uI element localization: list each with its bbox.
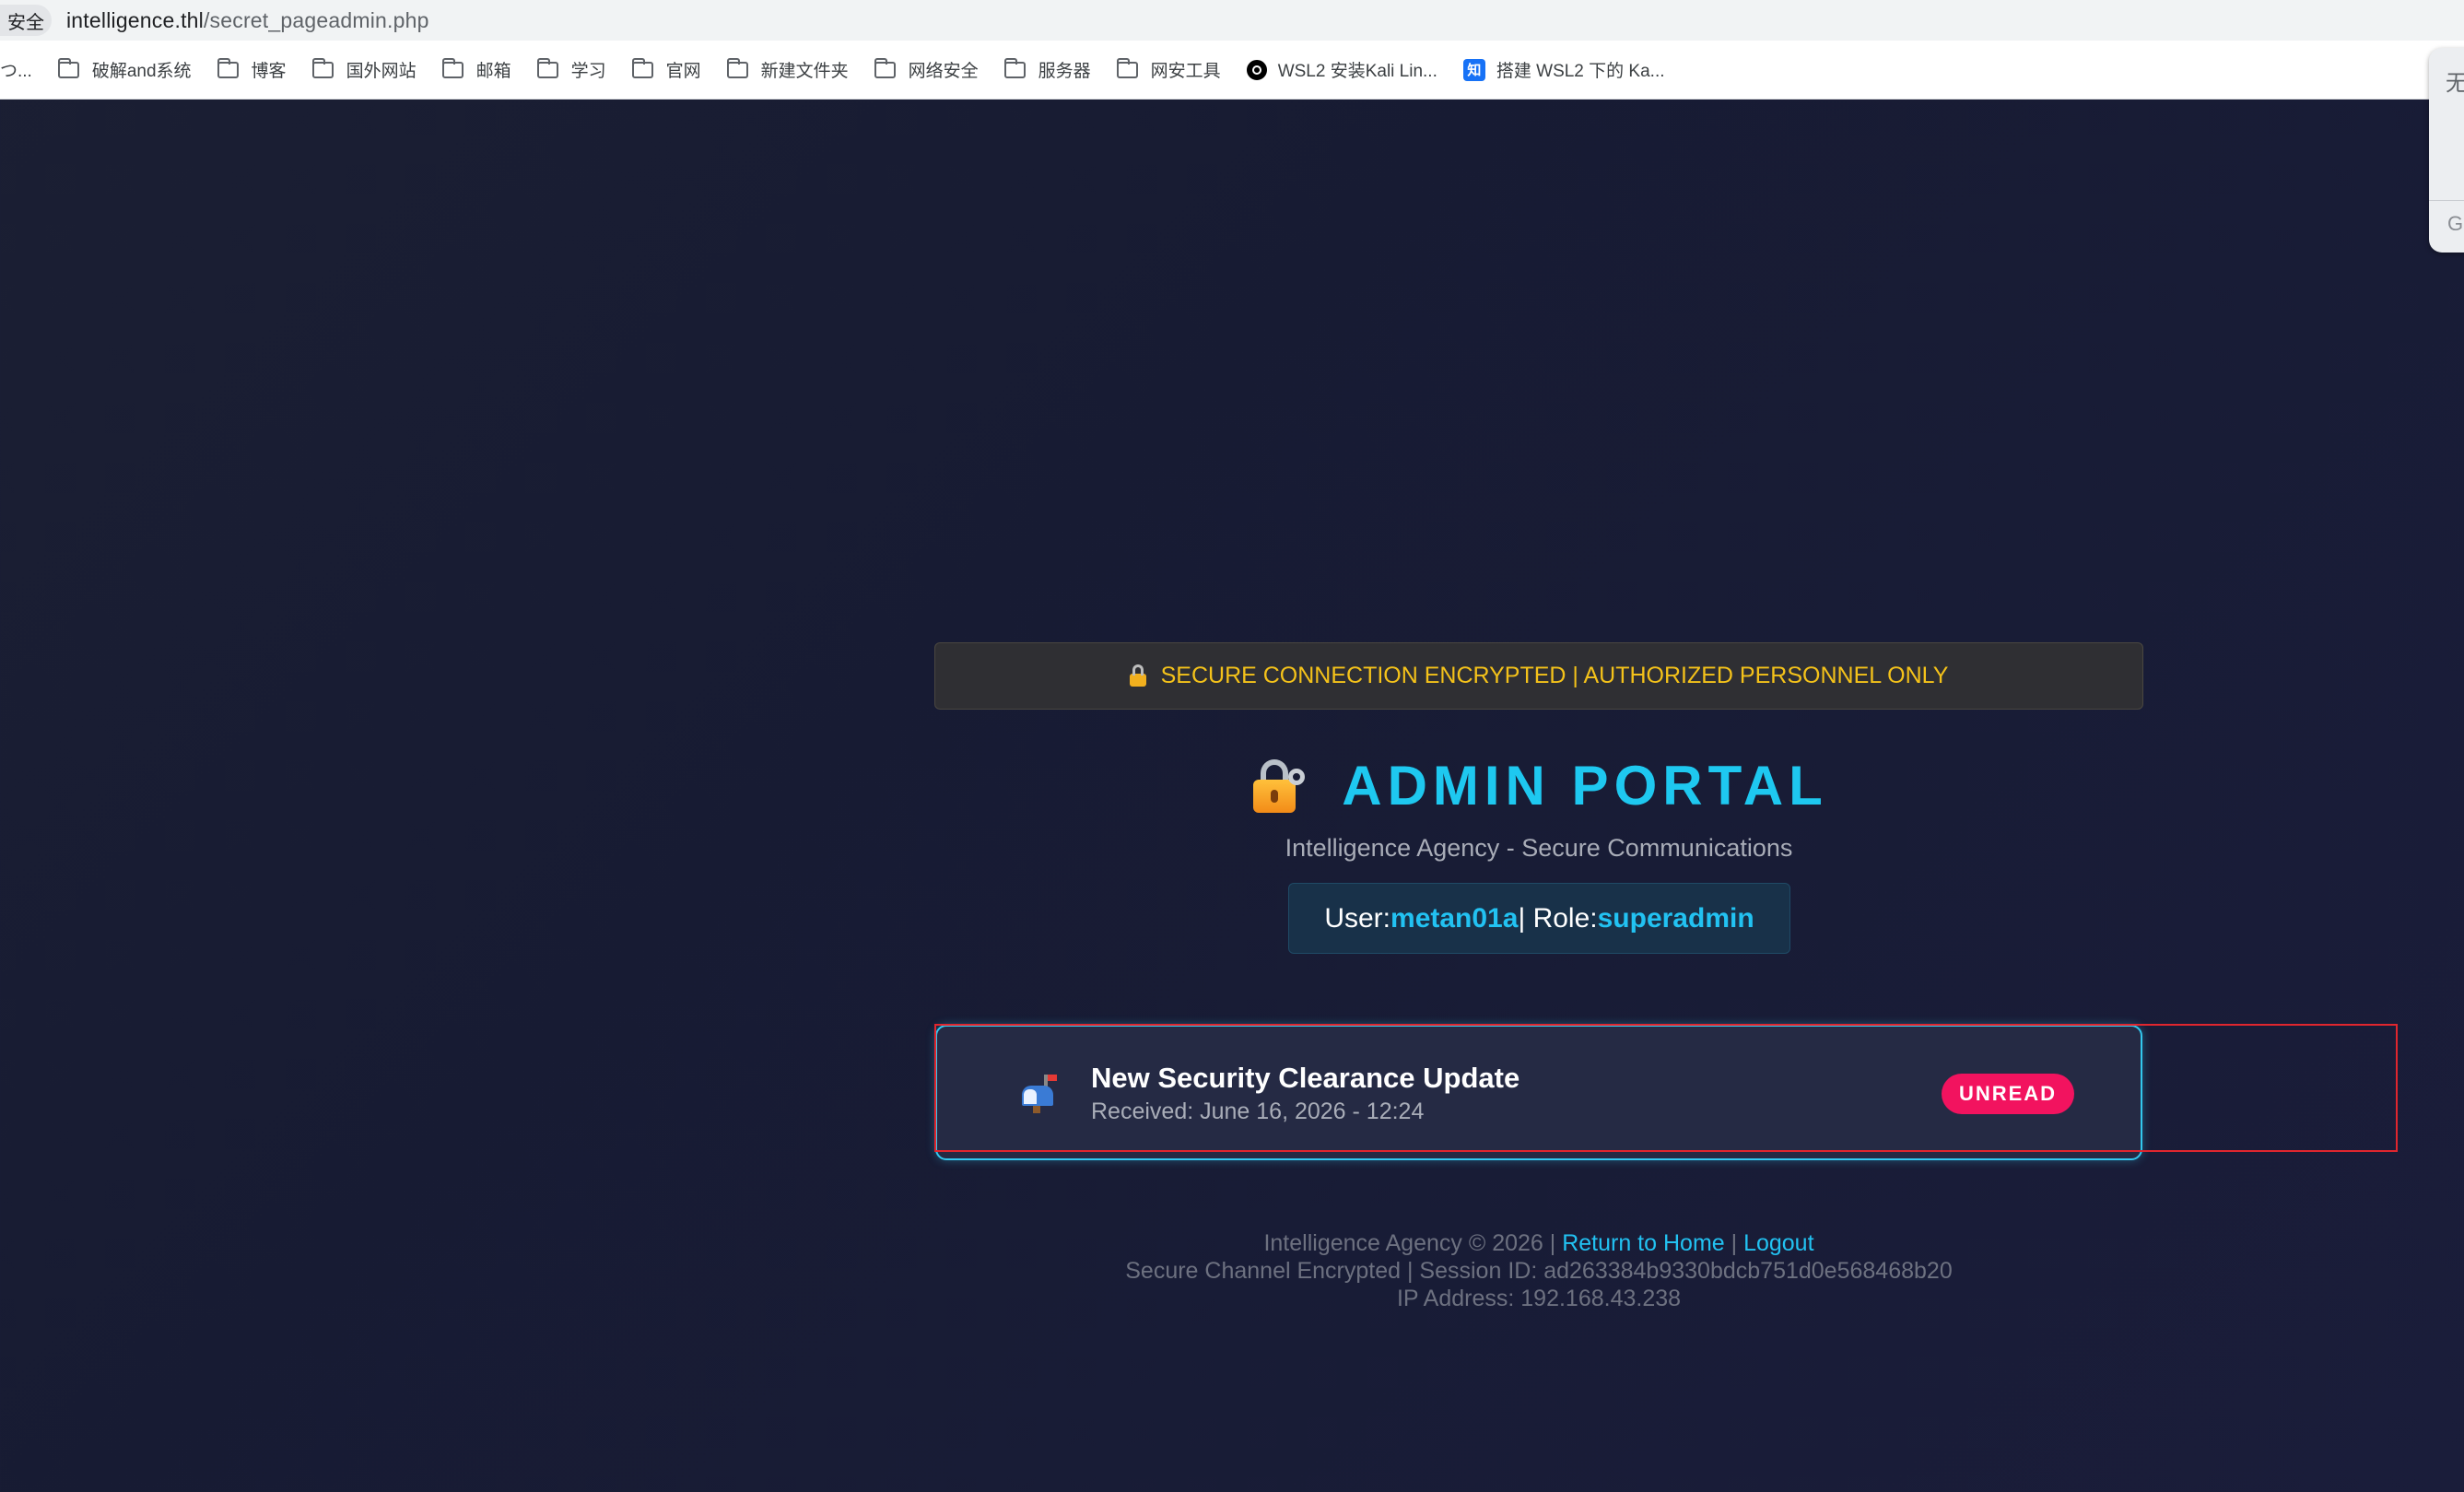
bookmark-label: 官网 xyxy=(665,62,701,81)
page-subtitle: Intelligence Agency - Secure Communicati… xyxy=(1285,834,1793,862)
footer-links-line: Intelligence Agency © 2026 | Return to H… xyxy=(934,1229,2143,1257)
site-security-chip[interactable]: 安全 xyxy=(0,5,52,36)
bookmark-label: 服务器 xyxy=(1038,62,1091,81)
bookmark-label: 搭建 WSL2 下的 Ka... xyxy=(1496,62,1665,81)
banner-text: SECURE CONNECTION ENCRYPTED | AUTHORIZED… xyxy=(1160,663,1949,688)
bookmark-wsl2-kali[interactable]: WSL2 安装Kali Lin... xyxy=(1246,52,1437,88)
folder-icon xyxy=(631,57,653,78)
bookmark-label: つ... xyxy=(0,62,32,81)
security-banner: SECURE CONNECTION ENCRYPTED | AUTHORIZED… xyxy=(934,642,2143,710)
bookmark-folder-mail[interactable]: 邮箱 xyxy=(441,52,511,88)
folder-icon xyxy=(874,57,896,78)
user-name: metan01a xyxy=(1390,902,1519,934)
folder-icon xyxy=(1116,57,1138,78)
zhihu-icon: 知 xyxy=(1462,58,1485,81)
github-icon xyxy=(1246,59,1267,80)
bookmark-folder-new[interactable]: 新建文件夹 xyxy=(726,52,849,88)
bookmark-label: 破解and系统 xyxy=(91,62,192,81)
bookmark-label: 博客 xyxy=(251,62,287,81)
bookmark-truncated[interactable]: つ... xyxy=(0,52,32,88)
url-path: /secret_pageadmin.php xyxy=(203,7,429,32)
selection-highlight-box xyxy=(934,1024,2398,1152)
user-info-box: User: metan01a | Role: superadmin xyxy=(1288,883,1790,954)
bookmark-folder-server[interactable]: 服务器 xyxy=(1003,52,1091,88)
bookmark-label: 网安工具 xyxy=(1150,62,1221,81)
logout-link[interactable]: Logout xyxy=(1743,1230,1813,1256)
side-panel-glyph: G xyxy=(2447,212,2464,235)
url-field[interactable]: intelligence.thl/secret_pageadmin.php xyxy=(66,8,429,33)
folder-icon xyxy=(311,57,334,78)
footer-copyright: Intelligence Agency © 2026 | xyxy=(1263,1230,1563,1256)
divider xyxy=(2429,200,2464,201)
folder-icon xyxy=(441,57,463,78)
bookmark-label: 国外网站 xyxy=(346,62,417,81)
bookmark-folder-study[interactable]: 学习 xyxy=(536,52,606,88)
bookmark-label: WSL2 安装Kali Lin... xyxy=(1277,62,1437,81)
bookmark-label: 邮箱 xyxy=(475,62,511,81)
url-host: intelligence.thl xyxy=(66,7,204,32)
address-bar[interactable]: 安全 intelligence.thl/secret_pageadmin.php xyxy=(0,0,2464,41)
user-label: User: xyxy=(1324,902,1391,934)
folder-icon xyxy=(1003,57,1026,78)
footer-ip: IP Address: 192.168.43.238 xyxy=(1396,1286,1682,1311)
secure-label: 安全 xyxy=(7,12,44,33)
page-title: ADMIN PORTAL xyxy=(1342,754,1828,816)
side-panel-glyph: 无 xyxy=(2446,71,2464,96)
bookmarks-bar: つ... 破解and系统 博客 国外网站 邮箱 学习 官网 新建文件夹 网络安全… xyxy=(0,41,2464,100)
bookmark-label: 学习 xyxy=(570,62,606,81)
folder-icon xyxy=(726,57,748,78)
bookmark-folder-foreign-sites[interactable]: 国外网站 xyxy=(311,52,417,88)
page-footer: Intelligence Agency © 2026 | Return to H… xyxy=(934,1229,2143,1312)
bookmark-label: 网络安全 xyxy=(908,62,979,81)
side-panel-popup[interactable]: 无 G xyxy=(2429,48,2464,253)
user-role: superadmin xyxy=(1597,902,1754,934)
bookmark-folder-sec-tools[interactable]: 网安工具 xyxy=(1116,52,1221,88)
return-home-link[interactable]: Return to Home xyxy=(1562,1230,1724,1256)
bookmark-folder-official[interactable]: 官网 xyxy=(631,52,701,88)
lock-icon xyxy=(1129,664,1146,687)
bookmark-folder-blog[interactable]: 博客 xyxy=(217,52,287,88)
bookmark-folder-netsec[interactable]: 网络安全 xyxy=(874,52,979,88)
bookmark-wsl2-setup[interactable]: 知 搭建 WSL2 下的 Ka... xyxy=(1462,52,1665,88)
bookmark-folder-crack-system[interactable]: 破解and系统 xyxy=(57,52,192,88)
folder-icon xyxy=(217,57,239,78)
folder-icon xyxy=(536,57,558,78)
footer-session: Secure Channel Encrypted | Session ID: a… xyxy=(1125,1258,1953,1284)
bookmark-label: 新建文件夹 xyxy=(760,62,849,81)
lock-key-icon xyxy=(1250,756,1308,815)
folder-icon xyxy=(57,57,79,78)
role-label: | Role: xyxy=(1518,902,1598,934)
footer-separator: | xyxy=(1724,1230,1744,1256)
page-header: ADMIN PORTAL xyxy=(934,748,2143,822)
